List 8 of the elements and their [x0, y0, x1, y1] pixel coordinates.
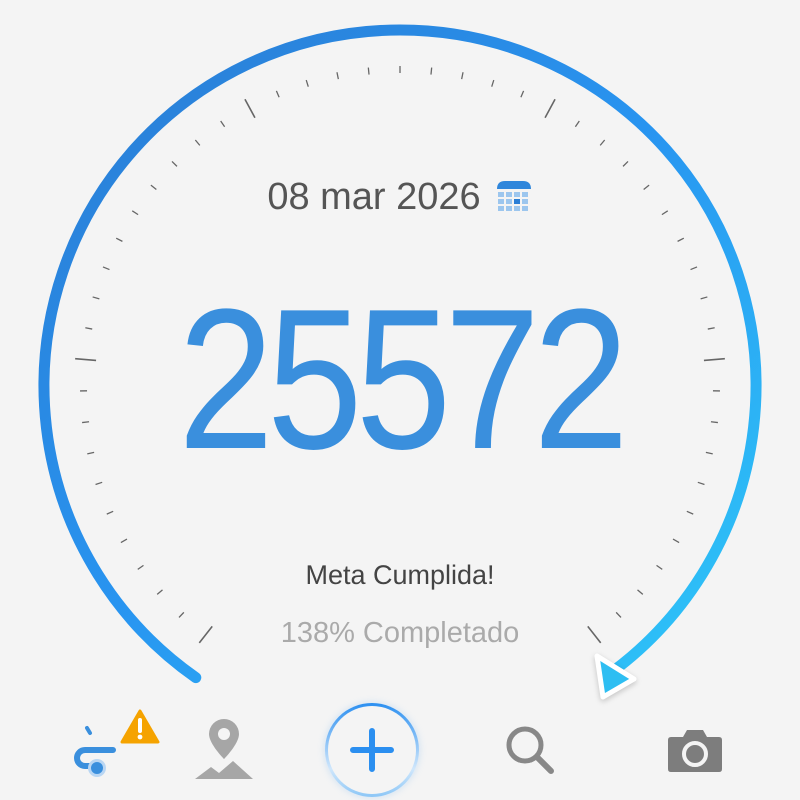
- progress-label: 138% Completado: [280, 617, 520, 650]
- date-label: 08 mar 2026: [267, 178, 481, 216]
- goal-status: Meta Cumplida!: [305, 560, 495, 591]
- step-count: 25572: [178, 280, 622, 480]
- plus-icon: [350, 728, 394, 772]
- camera-icon: [667, 727, 723, 773]
- search-icon: [504, 724, 556, 776]
- pointer-icon: [594, 654, 636, 700]
